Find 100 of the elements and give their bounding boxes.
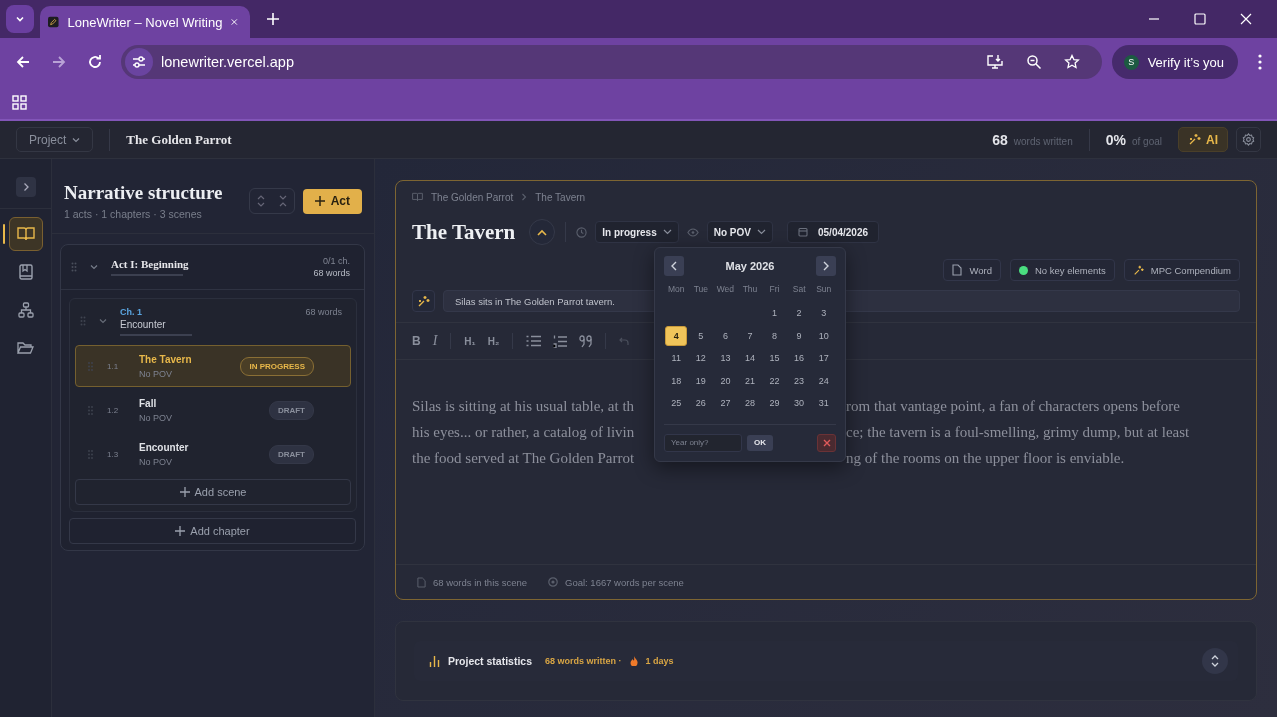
chip-button[interactable]: Word xyxy=(943,259,1001,281)
pov-select[interactable]: No POV xyxy=(706,221,773,243)
maximize-icon[interactable] xyxy=(1194,13,1206,25)
status-select[interactable]: In progress xyxy=(595,221,679,243)
project-menu-button[interactable]: Project xyxy=(16,127,94,152)
weekday-label: Thu xyxy=(742,284,758,294)
forward-icon[interactable] xyxy=(51,54,67,70)
calendar-day[interactable]: 8 xyxy=(763,325,786,346)
numbered-list-icon[interactable] xyxy=(553,334,568,348)
chapter-title[interactable]: Encounter xyxy=(120,318,192,330)
expand-sidebar-button[interactable] xyxy=(15,177,36,197)
add-scene-button[interactable]: Add scene xyxy=(75,479,351,505)
scene-item[interactable]: 1.2 Fall No POV DRAFT xyxy=(75,389,351,431)
statistics-title: Project statistics xyxy=(448,655,533,667)
calendar-day[interactable]: 24 xyxy=(812,370,835,391)
calendar-day[interactable]: 26 xyxy=(689,393,712,414)
drag-handle-icon[interactable] xyxy=(88,361,93,371)
italic-button[interactable]: I xyxy=(432,333,438,349)
add-act-button[interactable]: Act xyxy=(302,188,362,214)
browser-tab[interactable]: LoneWriter – Novel Writing xyxy=(40,6,250,38)
collapse-button[interactable] xyxy=(529,219,556,245)
address-bar[interactable]: lonewriter.vercel.app xyxy=(121,45,1102,79)
chapter-word-count: 68 words xyxy=(305,307,342,317)
new-tab-icon[interactable] xyxy=(267,13,279,25)
calendar-day[interactable]: 10 xyxy=(812,325,835,346)
calendar-day[interactable]: 13 xyxy=(714,348,737,369)
calendar-day[interactable]: 12 xyxy=(689,348,712,369)
body-text: ng of the rooms on the upper floor is enviable. xyxy=(846,449,1125,467)
calendar-day[interactable]: 19 xyxy=(689,370,712,391)
sparkle-icon xyxy=(1188,133,1201,146)
calendar-day[interactable]: 11 xyxy=(665,348,688,369)
document-icon xyxy=(417,576,426,588)
previous-month-button[interactable] xyxy=(664,256,684,276)
drag-handle-icon[interactable] xyxy=(88,405,93,415)
generate-summary-button[interactable] xyxy=(412,290,435,312)
calendar-day[interactable]: 2 xyxy=(788,303,811,324)
calendar-day[interactable]: 4 xyxy=(665,325,688,346)
breadcrumb-item[interactable]: The Tavern xyxy=(535,191,586,203)
scene-item[interactable]: 1.1 The Tavern No POV IN PROGRESS xyxy=(75,345,351,387)
calendar-day[interactable]: 5 xyxy=(689,325,712,346)
calendar-day[interactable]: 15 xyxy=(763,348,786,369)
ai-button[interactable]: AI xyxy=(1178,127,1228,152)
site-settings-button[interactable] xyxy=(125,48,153,76)
calendar-day[interactable]: 25 xyxy=(665,393,688,414)
calendar-day[interactable]: 17 xyxy=(812,348,835,369)
calendar-day[interactable]: 16 xyxy=(788,348,811,369)
calendar-day[interactable]: 31 xyxy=(812,393,835,414)
expand-statistics-button[interactable] xyxy=(1202,648,1228,674)
calendar-day[interactable]: 3 xyxy=(812,303,835,324)
eye-icon xyxy=(686,227,699,237)
sliders-icon xyxy=(132,55,146,69)
streak-days: 1 days xyxy=(645,656,674,666)
profile-button[interactable]: S Verify it’s you xyxy=(1111,45,1238,79)
bold-button[interactable]: B xyxy=(412,334,421,348)
calendar-day[interactable]: 6 xyxy=(714,325,737,346)
menu-icon[interactable] xyxy=(1258,54,1262,70)
reload-icon[interactable] xyxy=(87,54,103,70)
calendar-day[interactable]: 27 xyxy=(714,393,737,414)
install-icon[interactable] xyxy=(985,54,1004,70)
heading-button[interactable]: H₁ xyxy=(464,335,476,347)
star-icon[interactable] xyxy=(1063,54,1080,70)
close-icon[interactable] xyxy=(1240,13,1252,25)
book-nav-button[interactable] xyxy=(8,217,43,251)
apps-icon[interactable] xyxy=(12,95,27,110)
calendar-day[interactable]: 29 xyxy=(763,393,786,414)
drag-handle-icon[interactable] xyxy=(80,316,86,326)
clear-date-button[interactable] xyxy=(817,433,836,452)
quote-icon[interactable] xyxy=(579,334,593,348)
chevron-down-icon[interactable] xyxy=(98,316,108,326)
calendar-day[interactable]: 23 xyxy=(788,370,811,391)
chip-button[interactable]: No key elements xyxy=(1010,259,1115,281)
breadcrumb-item[interactable]: The Golden Parrot xyxy=(431,191,514,203)
chevron-down-icon[interactable] xyxy=(89,262,99,272)
calendar-day[interactable]: 30 xyxy=(788,393,811,414)
calendar-day[interactable]: 20 xyxy=(714,370,737,391)
calendar-day[interactable]: 7 xyxy=(739,325,761,346)
calendar-day[interactable]: 28 xyxy=(739,393,761,414)
calendar-day[interactable]: 21 xyxy=(739,370,761,391)
ok-button[interactable]: OK xyxy=(747,434,773,451)
calendar-day[interactable]: 18 xyxy=(665,370,688,391)
next-month-button[interactable] xyxy=(816,256,836,276)
tab-search-button[interactable] xyxy=(6,5,34,33)
chip-button[interactable]: MPC Compendium xyxy=(1123,259,1240,281)
drag-handle-icon[interactable] xyxy=(71,262,77,272)
calendar-day[interactable]: 22 xyxy=(763,370,786,391)
bullet-list-icon[interactable] xyxy=(526,335,542,347)
zoom-out-icon[interactable] xyxy=(1025,54,1042,70)
calendar-day[interactable]: 14 xyxy=(739,348,761,369)
back-icon[interactable] xyxy=(15,54,31,70)
drag-handle-icon[interactable] xyxy=(88,449,93,459)
year-field[interactable]: Year only? xyxy=(664,433,742,452)
heading-button[interactable]: H₂ xyxy=(487,335,500,347)
calendar-day[interactable]: 9 xyxy=(788,325,811,346)
calendar-day[interactable]: 1 xyxy=(763,303,786,324)
add-chapter-button[interactable]: Add chapter xyxy=(69,518,356,544)
scene-item[interactable]: 1.3 Encounter No POV DRAFT xyxy=(75,433,351,475)
bookmark-book-icon xyxy=(18,264,33,280)
date-field[interactable]: 05/04/2026 xyxy=(787,221,880,243)
settings-button[interactable] xyxy=(1236,127,1261,152)
act-title[interactable]: Act I: Beginning xyxy=(111,258,189,270)
